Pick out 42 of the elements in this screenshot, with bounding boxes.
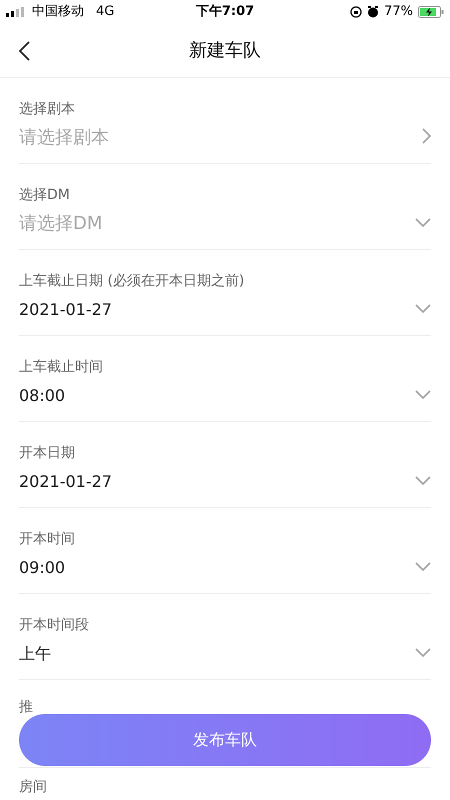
status-time: 下午7:07 — [194, 3, 256, 22]
battery-percent: 77% — [384, 3, 413, 22]
chevron-down-icon — [415, 562, 431, 570]
field-placeholder: 请选择剧本 — [19, 126, 110, 150]
field-value: 2021-01-27 — [19, 471, 113, 493]
select-field[interactable]: 上车截止日期 (必须在开本日期之前) 2021-01-27 — [19, 250, 431, 336]
select-field[interactable]: 开本时间 09:00 — [19, 508, 431, 594]
select-field[interactable]: 选择剧本 请选择剧本 — [19, 78, 431, 164]
rotation-lock-icon — [350, 6, 362, 18]
signal-icon — [6, 7, 26, 17]
carrier-name: 中国移动 — [32, 3, 84, 22]
select-field[interactable]: 上车截止时间 08:00 — [19, 336, 431, 422]
field-placeholder: 请选择DM — [19, 212, 104, 236]
back-icon — [18, 41, 30, 61]
field-label: 开本时间段 — [19, 616, 90, 635]
field-label: 开本时间 — [19, 530, 76, 549]
field-label: 开本日期 — [19, 444, 76, 463]
field-value: 08:00 — [19, 385, 66, 407]
battery-charging-icon — [418, 6, 444, 18]
field-label: 选择剧本 — [19, 100, 76, 119]
field-label: 房间 — [19, 779, 47, 795]
select-field[interactable]: 开本日期 2021-01-27 — [19, 422, 431, 508]
field-label: 上车截止时间 — [19, 358, 104, 377]
select-field[interactable]: 开本时间段 上午 — [19, 594, 431, 680]
field-value: 09:00 — [19, 557, 66, 579]
publish-button[interactable]: 发布车队 — [19, 714, 431, 766]
page-title: 新建车队 — [189, 39, 261, 63]
field-label: 上车截止日期 (必须在开本日期之前) — [19, 272, 246, 291]
field-label: 推 — [19, 699, 33, 715]
chevron-down-icon — [415, 476, 431, 484]
chevron-down-icon — [415, 304, 431, 312]
chevron-down-icon — [415, 648, 431, 656]
chevron-down-icon — [415, 390, 431, 398]
field-label: 选择DM — [19, 186, 71, 205]
field-value: 上午 — [19, 643, 52, 665]
network-type: 4G — [96, 3, 114, 22]
alarm-icon — [367, 6, 380, 18]
back-button[interactable] — [16, 39, 32, 63]
chevron-down-icon — [415, 218, 431, 226]
select-field[interactable]: 选择DM 请选择DM — [19, 164, 431, 250]
field-value: 2021-01-27 — [19, 299, 113, 321]
chevron-right-icon — [422, 128, 431, 144]
